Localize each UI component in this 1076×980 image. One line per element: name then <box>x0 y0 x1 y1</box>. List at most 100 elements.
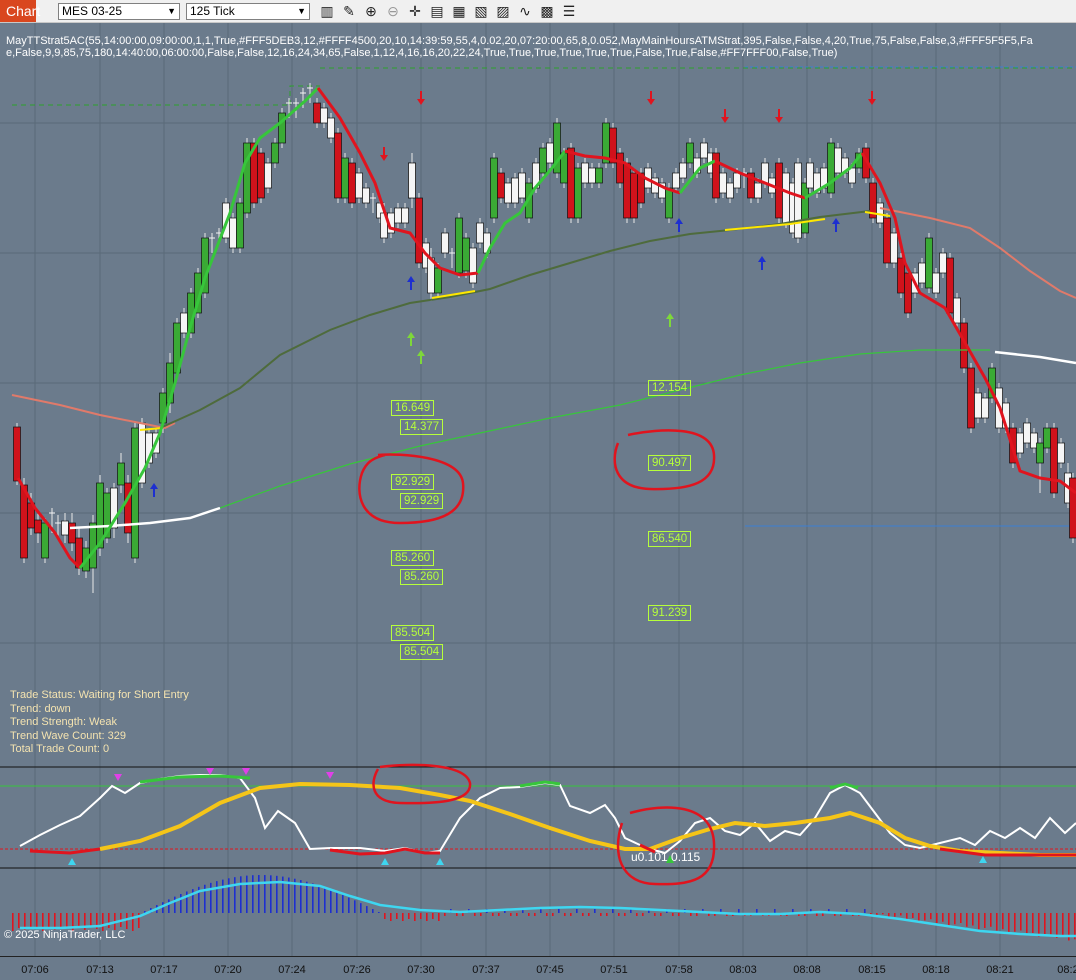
buy-arrow-icon <box>407 276 415 290</box>
trend-wave-count: Trend Wave Count: 329 <box>10 730 189 744</box>
indicators-icon[interactable]: ∿ <box>514 1 536 21</box>
candle-body <box>617 153 624 183</box>
templates-icon[interactable]: ▧ <box>470 1 492 21</box>
candle-body <box>272 143 279 163</box>
interval-selector[interactable]: 125 Tick ▼ <box>186 3 310 20</box>
time-tick-label: 08:03 <box>729 964 757 976</box>
bar-style-icon[interactable]: ▥ <box>316 1 338 21</box>
instrument-selector[interactable]: MES 03-25 ▼ <box>58 3 180 20</box>
time-tick-label: 07:17 <box>150 964 178 976</box>
histogram-bar <box>246 876 248 913</box>
histogram-bar <box>264 875 266 913</box>
zoom-in-icon[interactable]: ⊕ <box>360 1 382 21</box>
value-box-right: 86.540 <box>648 531 691 547</box>
properties-icon[interactable]: ▤ <box>426 1 448 21</box>
histogram-bar <box>360 903 362 913</box>
arrow-head <box>758 256 766 262</box>
histogram-bar <box>366 906 368 913</box>
buy-arrow-icon <box>417 350 425 364</box>
candle-body <box>395 208 402 223</box>
histogram-bar <box>444 913 446 916</box>
oscillator-red-segment <box>30 849 100 853</box>
histogram-bar <box>210 883 212 913</box>
histogram-bar <box>1038 913 1040 937</box>
histogram-bar <box>420 913 422 919</box>
trend: Trend: down <box>10 703 189 717</box>
crosshair-icon[interactable]: ✛ <box>404 1 426 21</box>
histogram-bar <box>90 913 92 927</box>
histogram-signal-line <box>20 882 1076 936</box>
arrow-head <box>417 99 425 105</box>
histogram-bar <box>378 912 380 913</box>
histogram-bar <box>348 898 350 913</box>
value-box-right: 90.497 <box>648 455 691 471</box>
histogram-bar <box>642 913 644 916</box>
histogram-bar <box>582 913 584 916</box>
candle-body <box>940 253 947 273</box>
oscillator-slow-line <box>100 784 1076 855</box>
histogram-bar <box>48 913 50 928</box>
histogram-bar <box>756 909 758 913</box>
interval-value: 125 Tick <box>190 4 235 18</box>
histogram-bar <box>594 909 596 913</box>
candle-body <box>409 163 416 198</box>
zoom-out-icon[interactable]: ⊖ <box>382 1 404 21</box>
candle-body <box>416 198 423 263</box>
more-icon[interactable]: ☰ <box>558 1 580 21</box>
candle-body <box>1017 433 1024 453</box>
histogram-bar <box>900 913 902 916</box>
candle-body <box>610 128 617 163</box>
sell-arrow-icon <box>775 109 783 123</box>
data-box-icon[interactable]: ▦ <box>448 1 470 21</box>
histogram-bar <box>222 880 224 913</box>
candle-body <box>596 168 603 183</box>
time-tick-label: 08:15 <box>858 964 886 976</box>
candle-body <box>720 173 727 193</box>
chevron-down-icon: ▼ <box>167 6 176 16</box>
histogram-bar <box>498 913 500 916</box>
candle-body <box>442 233 449 253</box>
candle-body <box>14 427 21 481</box>
candle-body <box>802 183 809 233</box>
arrow-head <box>407 276 415 282</box>
analysis-icon[interactable]: ▩ <box>536 1 558 21</box>
candle-body <box>402 208 409 223</box>
histogram-bar <box>972 913 974 926</box>
histogram-bar <box>108 913 110 928</box>
histogram-bar <box>678 913 680 916</box>
histogram-bar <box>30 913 32 927</box>
chart-tab[interactable]: Chart <box>0 0 36 22</box>
candle-body <box>363 188 370 203</box>
histogram-bar <box>354 900 356 913</box>
histogram-bar <box>1026 913 1028 934</box>
time-tick-label: 07:51 <box>600 964 628 976</box>
histogram-bar <box>390 913 392 921</box>
histogram-bar <box>1020 913 1022 931</box>
candle-body <box>954 298 961 323</box>
candle-body <box>898 258 905 293</box>
time-axis[interactable]: 07:0607:1307:1707:2007:2407:2607:3007:37… <box>0 956 1076 980</box>
histogram-bar <box>174 897 176 913</box>
candle-body <box>342 158 349 198</box>
candle-body <box>118 463 125 485</box>
histogram-bar <box>936 913 938 923</box>
cyan-up-marker-icon <box>381 858 389 865</box>
time-tick-label: 08:2 <box>1057 964 1076 976</box>
histogram-bar <box>660 913 662 916</box>
histogram-bar <box>1056 913 1058 938</box>
histogram-bar <box>894 913 896 917</box>
histogram-bar <box>330 890 332 913</box>
histogram-bar <box>558 909 560 913</box>
histogram-bar <box>618 913 620 916</box>
candle-body <box>35 520 42 533</box>
histogram-bar <box>696 913 698 916</box>
strategy-params-line: e,False,9,9,85,75,180,14:40:00,06:00:00,… <box>6 47 837 59</box>
chart-panel[interactable]: MayTTStrat5AC(55,14:00:00,09:00:00,1,1,T… <box>0 23 1076 956</box>
pencil-icon[interactable]: ✎ <box>338 1 360 21</box>
time-tick-label: 07:13 <box>86 964 114 976</box>
histogram-bar <box>540 909 542 913</box>
strategies-icon[interactable]: ▨ <box>492 1 514 21</box>
value-box-right: 12.154 <box>648 380 691 396</box>
candle-body <box>687 143 694 163</box>
histogram-bar <box>954 913 956 924</box>
